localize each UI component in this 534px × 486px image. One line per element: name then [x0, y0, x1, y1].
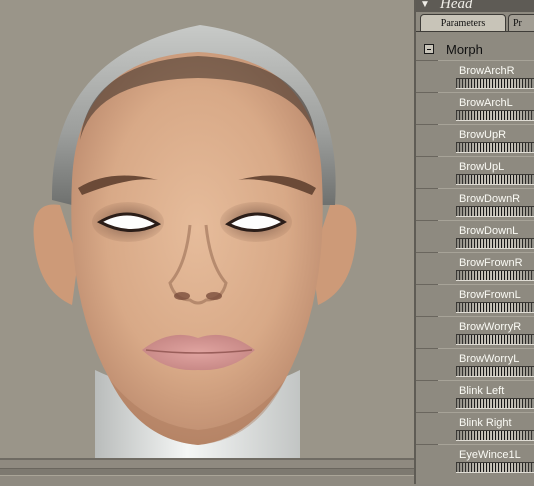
param-label[interactable]: BrowUpL	[459, 161, 504, 173]
param-row-browdownr: BrowDownR	[416, 188, 534, 220]
param-row-browfrownl: BrowFrownL	[416, 284, 534, 316]
param-row-eyewince1l: EyeWince1L	[416, 444, 534, 476]
param-row-browfrownr: BrowFrownR	[416, 252, 534, 284]
head-render	[33, 25, 357, 458]
param-label[interactable]: BrowArchR	[459, 65, 515, 77]
param-dial-slider[interactable]	[456, 110, 534, 121]
row-divider	[416, 284, 438, 285]
panel-header[interactable]: ▼ Head	[416, 0, 534, 12]
viewport-scrollbar[interactable]	[0, 458, 414, 486]
row-divider	[416, 316, 438, 317]
tab-properties[interactable]: Pr	[508, 14, 534, 31]
param-dial-slider[interactable]	[456, 174, 534, 185]
3d-viewport[interactable]	[0, 0, 414, 458]
row-divider	[416, 60, 438, 61]
row-divider	[416, 348, 438, 349]
param-label[interactable]: BrowWorryL	[459, 353, 519, 365]
tab-divider	[416, 31, 534, 32]
param-dial-slider[interactable]	[456, 334, 534, 345]
row-divider	[416, 444, 438, 445]
param-dial-slider[interactable]	[456, 270, 534, 281]
param-dial-slider[interactable]	[456, 430, 534, 441]
param-label[interactable]: BrowUpR	[459, 129, 506, 141]
morph-group-header[interactable]: Morph	[424, 42, 534, 58]
param-dial-slider[interactable]	[456, 206, 534, 217]
param-dial-slider[interactable]	[456, 78, 534, 89]
param-label[interactable]: Blink Right	[459, 417, 512, 429]
param-row-browupl: BrowUpL	[416, 156, 534, 188]
row-divider	[416, 252, 438, 253]
collapse-minus-icon[interactable]	[424, 44, 434, 54]
triangle-down-icon[interactable]: ▼	[420, 0, 430, 11]
row-divider	[416, 412, 438, 413]
param-label[interactable]: BrowWorryR	[459, 321, 521, 333]
param-dial-slider[interactable]	[456, 238, 534, 249]
parameters-panel: ▼ Head Parameters Pr Morph BrowArchR Bro…	[414, 0, 534, 484]
panel-title: Head	[440, 0, 473, 12]
row-divider	[416, 124, 438, 125]
param-label[interactable]: BrowArchL	[459, 97, 513, 109]
param-dial-slider[interactable]	[456, 302, 534, 313]
row-divider	[416, 156, 438, 157]
param-row-browupr: BrowUpR	[416, 124, 534, 156]
param-label[interactable]: EyeWince1L	[459, 449, 521, 461]
param-dial-slider[interactable]	[456, 398, 534, 409]
param-label[interactable]: Blink Left	[459, 385, 504, 397]
param-label[interactable]: BrowDownL	[459, 225, 518, 237]
param-row-blink-left: Blink Left	[416, 380, 534, 412]
param-row-browarchr: BrowArchR	[416, 60, 534, 92]
param-dial-slider[interactable]	[456, 142, 534, 153]
param-dial-slider[interactable]	[456, 462, 534, 473]
row-divider	[416, 220, 438, 221]
param-row-browdownl: BrowDownL	[416, 220, 534, 252]
tab-parameters[interactable]: Parameters	[420, 14, 506, 31]
row-divider	[416, 380, 438, 381]
param-label[interactable]: BrowFrownL	[459, 289, 521, 301]
param-row-blink-right: Blink Right	[416, 412, 534, 444]
param-label[interactable]: BrowDownR	[459, 193, 520, 205]
param-label[interactable]: BrowFrownR	[459, 257, 523, 269]
parameter-list: BrowArchR BrowArchL BrowUpR BrowUpL Brow…	[416, 60, 534, 476]
group-label: Morph	[446, 42, 483, 57]
param-row-browworryl: BrowWorryL	[416, 348, 534, 380]
param-row-browworryr: BrowWorryR	[416, 316, 534, 348]
row-divider	[416, 92, 438, 93]
scrollbar-track[interactable]	[0, 468, 414, 476]
row-divider	[416, 188, 438, 189]
param-row-browarchl: BrowArchL	[416, 92, 534, 124]
param-dial-slider[interactable]	[456, 366, 534, 377]
